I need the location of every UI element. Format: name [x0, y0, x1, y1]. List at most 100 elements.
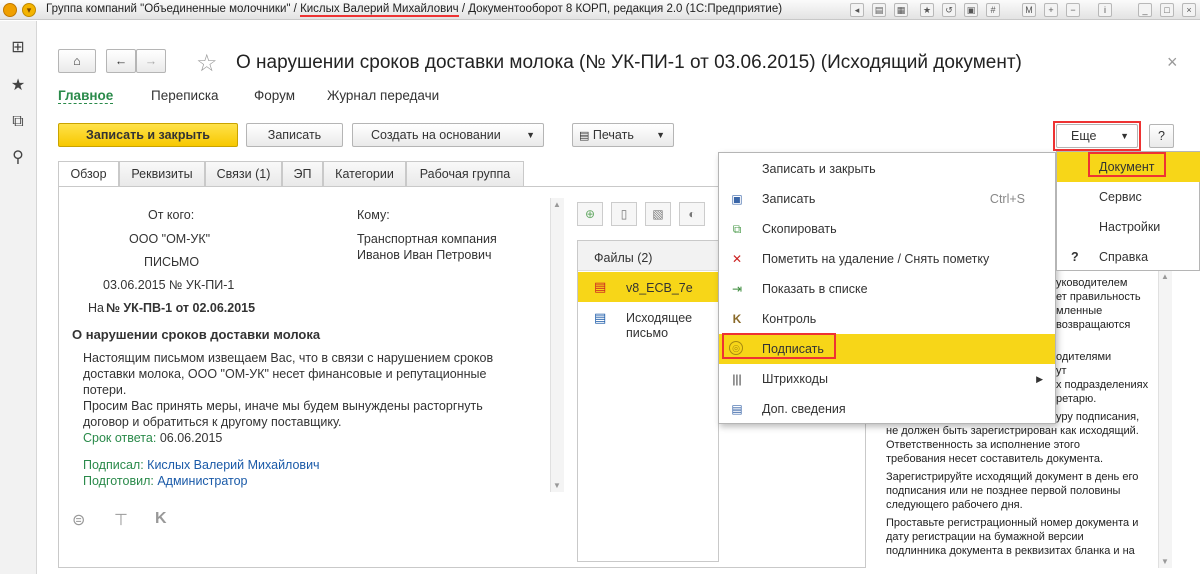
- help-button[interactable]: ?: [1149, 124, 1174, 148]
- close-form-icon[interactable]: ×: [1167, 52, 1178, 73]
- tab-transfer-log[interactable]: Журнал передачи: [327, 88, 439, 103]
- submenu-item-settings[interactable]: Настройки: [1057, 212, 1200, 242]
- favorite-star-icon[interactable]: ☆: [196, 49, 218, 78]
- submenu-item-label: Сервис: [1099, 190, 1142, 204]
- menu-item-additional-info[interactable]: ▤ Доп. сведения: [719, 394, 1055, 424]
- scroll-up-icon[interactable]: ▲: [1161, 272, 1169, 281]
- menu-item-save[interactable]: ▣ Записать Ctrl+S: [719, 184, 1055, 214]
- menu-item-label: Показать в списке: [762, 282, 868, 296]
- toolbar-memory-m-icon[interactable]: M: [1022, 3, 1036, 17]
- more-dropdown-menu: Записать и закрыть ▣ Записать Ctrl+S ⧉ С…: [718, 152, 1056, 424]
- scroll-down-icon[interactable]: ▼: [553, 481, 561, 490]
- chevron-right-icon: ▶: [1036, 374, 1043, 384]
- recommendation-line: не должен быть зарегистрирован как исход…: [886, 425, 1139, 437]
- menu-item-label: Контроль: [762, 312, 817, 326]
- recommendation-line: одителями: [1056, 351, 1112, 363]
- back-button[interactable]: ←: [106, 49, 136, 73]
- chevron-down-icon: ▼: [656, 130, 665, 140]
- minimize-icon[interactable]: _: [1138, 3, 1152, 17]
- menu-item-barcodes[interactable]: ||| Штрихкоды ▶: [719, 364, 1055, 394]
- recommendation-line: подписания или не позднее первой половин…: [886, 485, 1121, 497]
- to-org-link[interactable]: Транспортная компания: [357, 232, 497, 246]
- menu-item-show-in-list[interactable]: ⇥ Показать в списке: [719, 274, 1055, 304]
- recommendation-line: уководителем: [1056, 277, 1128, 289]
- title-prefix: Группа компаний "Объединенные молочники"…: [46, 3, 297, 15]
- control-k-icon[interactable]: K: [155, 510, 167, 528]
- save-icon: ▣: [731, 192, 743, 206]
- overview-scrollbar[interactable]: ▲ ▼: [550, 198, 564, 492]
- recommendations-scrollbar[interactable]: ▲ ▼: [1158, 270, 1172, 568]
- save-and-close-button[interactable]: Записать и закрыть: [58, 123, 238, 147]
- subject: О нарушении сроков доставки молока: [72, 327, 321, 342]
- edit-file-icon[interactable]: ▧: [645, 202, 671, 226]
- toolbar-preview-icon[interactable]: ▦: [894, 3, 908, 17]
- to-person-link[interactable]: Иванов Иван Петрович: [357, 248, 492, 262]
- forward-button[interactable]: →: [136, 49, 166, 73]
- subtab-workgroup[interactable]: Рабочая группа: [406, 161, 524, 187]
- sections-grid-icon[interactable]: ⊞: [9, 39, 27, 57]
- submenu-item-service[interactable]: Сервис: [1057, 182, 1200, 212]
- toolbar-calendar-icon[interactable]: ▣: [964, 3, 978, 17]
- info-icon[interactable]: i: [1098, 3, 1112, 17]
- menu-item-save-close[interactable]: Записать и закрыть: [719, 154, 1055, 184]
- toolbar-memory-plus-icon[interactable]: +: [1044, 3, 1058, 17]
- add-file-icon[interactable]: ⊕: [577, 202, 603, 226]
- in-reply-link[interactable]: № УК-ПВ-1 от 02.06.2015: [106, 301, 255, 315]
- more-button-highlight: [1053, 121, 1141, 151]
- signed-value[interactable]: Кислых Валерий Михайлович: [147, 458, 319, 472]
- subtab-ep[interactable]: ЭП: [282, 161, 323, 187]
- signed-row: Подписал: Кислых Валерий Михайлович: [83, 458, 320, 472]
- toolbar-back-icon[interactable]: ◂: [850, 3, 864, 17]
- sign-item-highlight: [722, 333, 836, 359]
- print-label: Печать: [592, 128, 634, 142]
- left-sidebar: ⊞ ★ ⧉ ⚲: [0, 21, 37, 574]
- scan-file-icon[interactable]: ◐: [679, 202, 705, 226]
- tab-forum[interactable]: Форум: [254, 88, 295, 103]
- subtab-categories[interactable]: Категории: [323, 161, 406, 187]
- toolbar-favorites-icon[interactable]: ★: [920, 3, 934, 17]
- search-icon[interactable]: ⚲: [9, 149, 27, 167]
- route-icon[interactable]: ⊤: [114, 510, 128, 530]
- signed-label: Подписал:: [83, 458, 144, 472]
- subtab-overview[interactable]: Обзор: [58, 161, 119, 187]
- body-line: договор и обратиться к другому поставщик…: [83, 415, 342, 429]
- subtab-requisites[interactable]: Реквизиты: [119, 161, 205, 187]
- recommendation-line: Проставьте регистрационный номер докумен…: [886, 517, 1139, 529]
- toolbar-print-icon[interactable]: ▤: [872, 3, 886, 17]
- create-based-on-button[interactable]: Создать на основании ▼: [352, 123, 544, 147]
- scroll-up-icon[interactable]: ▲: [553, 200, 561, 209]
- barcode-icon: |||: [732, 372, 742, 386]
- prepared-value[interactable]: Администратор: [157, 474, 247, 488]
- window-titlebar: ▾ Группа компаний "Объединенные молочник…: [0, 0, 1200, 20]
- menu-item-label: Штрихкоды: [762, 372, 828, 386]
- main-menu-icon[interactable]: ▾: [22, 3, 36, 17]
- from-org-link[interactable]: ООО "ОМ-УК": [129, 232, 210, 246]
- prepared-row: Подготовил: Администратор: [83, 474, 248, 488]
- history-pages-icon[interactable]: ⧉: [9, 113, 27, 131]
- word-file-icon: ▤: [594, 310, 607, 325]
- tab-main[interactable]: Главное: [58, 88, 114, 104]
- scroll-down-icon[interactable]: ▼: [1161, 557, 1169, 566]
- toolbar-calculator-icon[interactable]: #: [986, 3, 1000, 17]
- close-window-icon[interactable]: ×: [1182, 3, 1196, 17]
- home-button[interactable]: ⌂: [58, 49, 96, 73]
- save-button[interactable]: Записать: [246, 123, 343, 147]
- signature-status-icon[interactable]: ⊜: [72, 510, 85, 530]
- tab-correspondence[interactable]: Переписка: [151, 88, 219, 103]
- toolbar-history-icon[interactable]: ↺: [942, 3, 956, 17]
- subtab-links[interactable]: Связи (1): [205, 161, 282, 187]
- from-type-link[interactable]: ПИСЬМО: [144, 255, 199, 269]
- submenu-item-help[interactable]: ? Справка: [1057, 242, 1200, 272]
- favorites-star-icon[interactable]: ★: [9, 77, 27, 95]
- toolbar-memory-minus-icon[interactable]: −: [1066, 3, 1080, 17]
- menu-item-control[interactable]: K Контроль: [719, 304, 1055, 334]
- title-suffix: / Документооборот 8 КОРП, редакция 2.0 (…: [461, 3, 783, 15]
- print-button[interactable]: ▤ Печать ▼: [572, 123, 674, 147]
- maximize-icon[interactable]: □: [1160, 3, 1174, 17]
- menu-item-copy[interactable]: ⧉ Скопировать: [719, 214, 1055, 244]
- open-file-icon[interactable]: ▯: [611, 202, 637, 226]
- menu-item-mark-delete[interactable]: ✕ Пометить на удаление / Снять пометку: [719, 244, 1055, 274]
- show-in-list-icon: ⇥: [731, 282, 743, 296]
- current-user[interactable]: Кислых Валерий Михайлович: [300, 3, 459, 17]
- from-label: От кого:: [148, 208, 195, 222]
